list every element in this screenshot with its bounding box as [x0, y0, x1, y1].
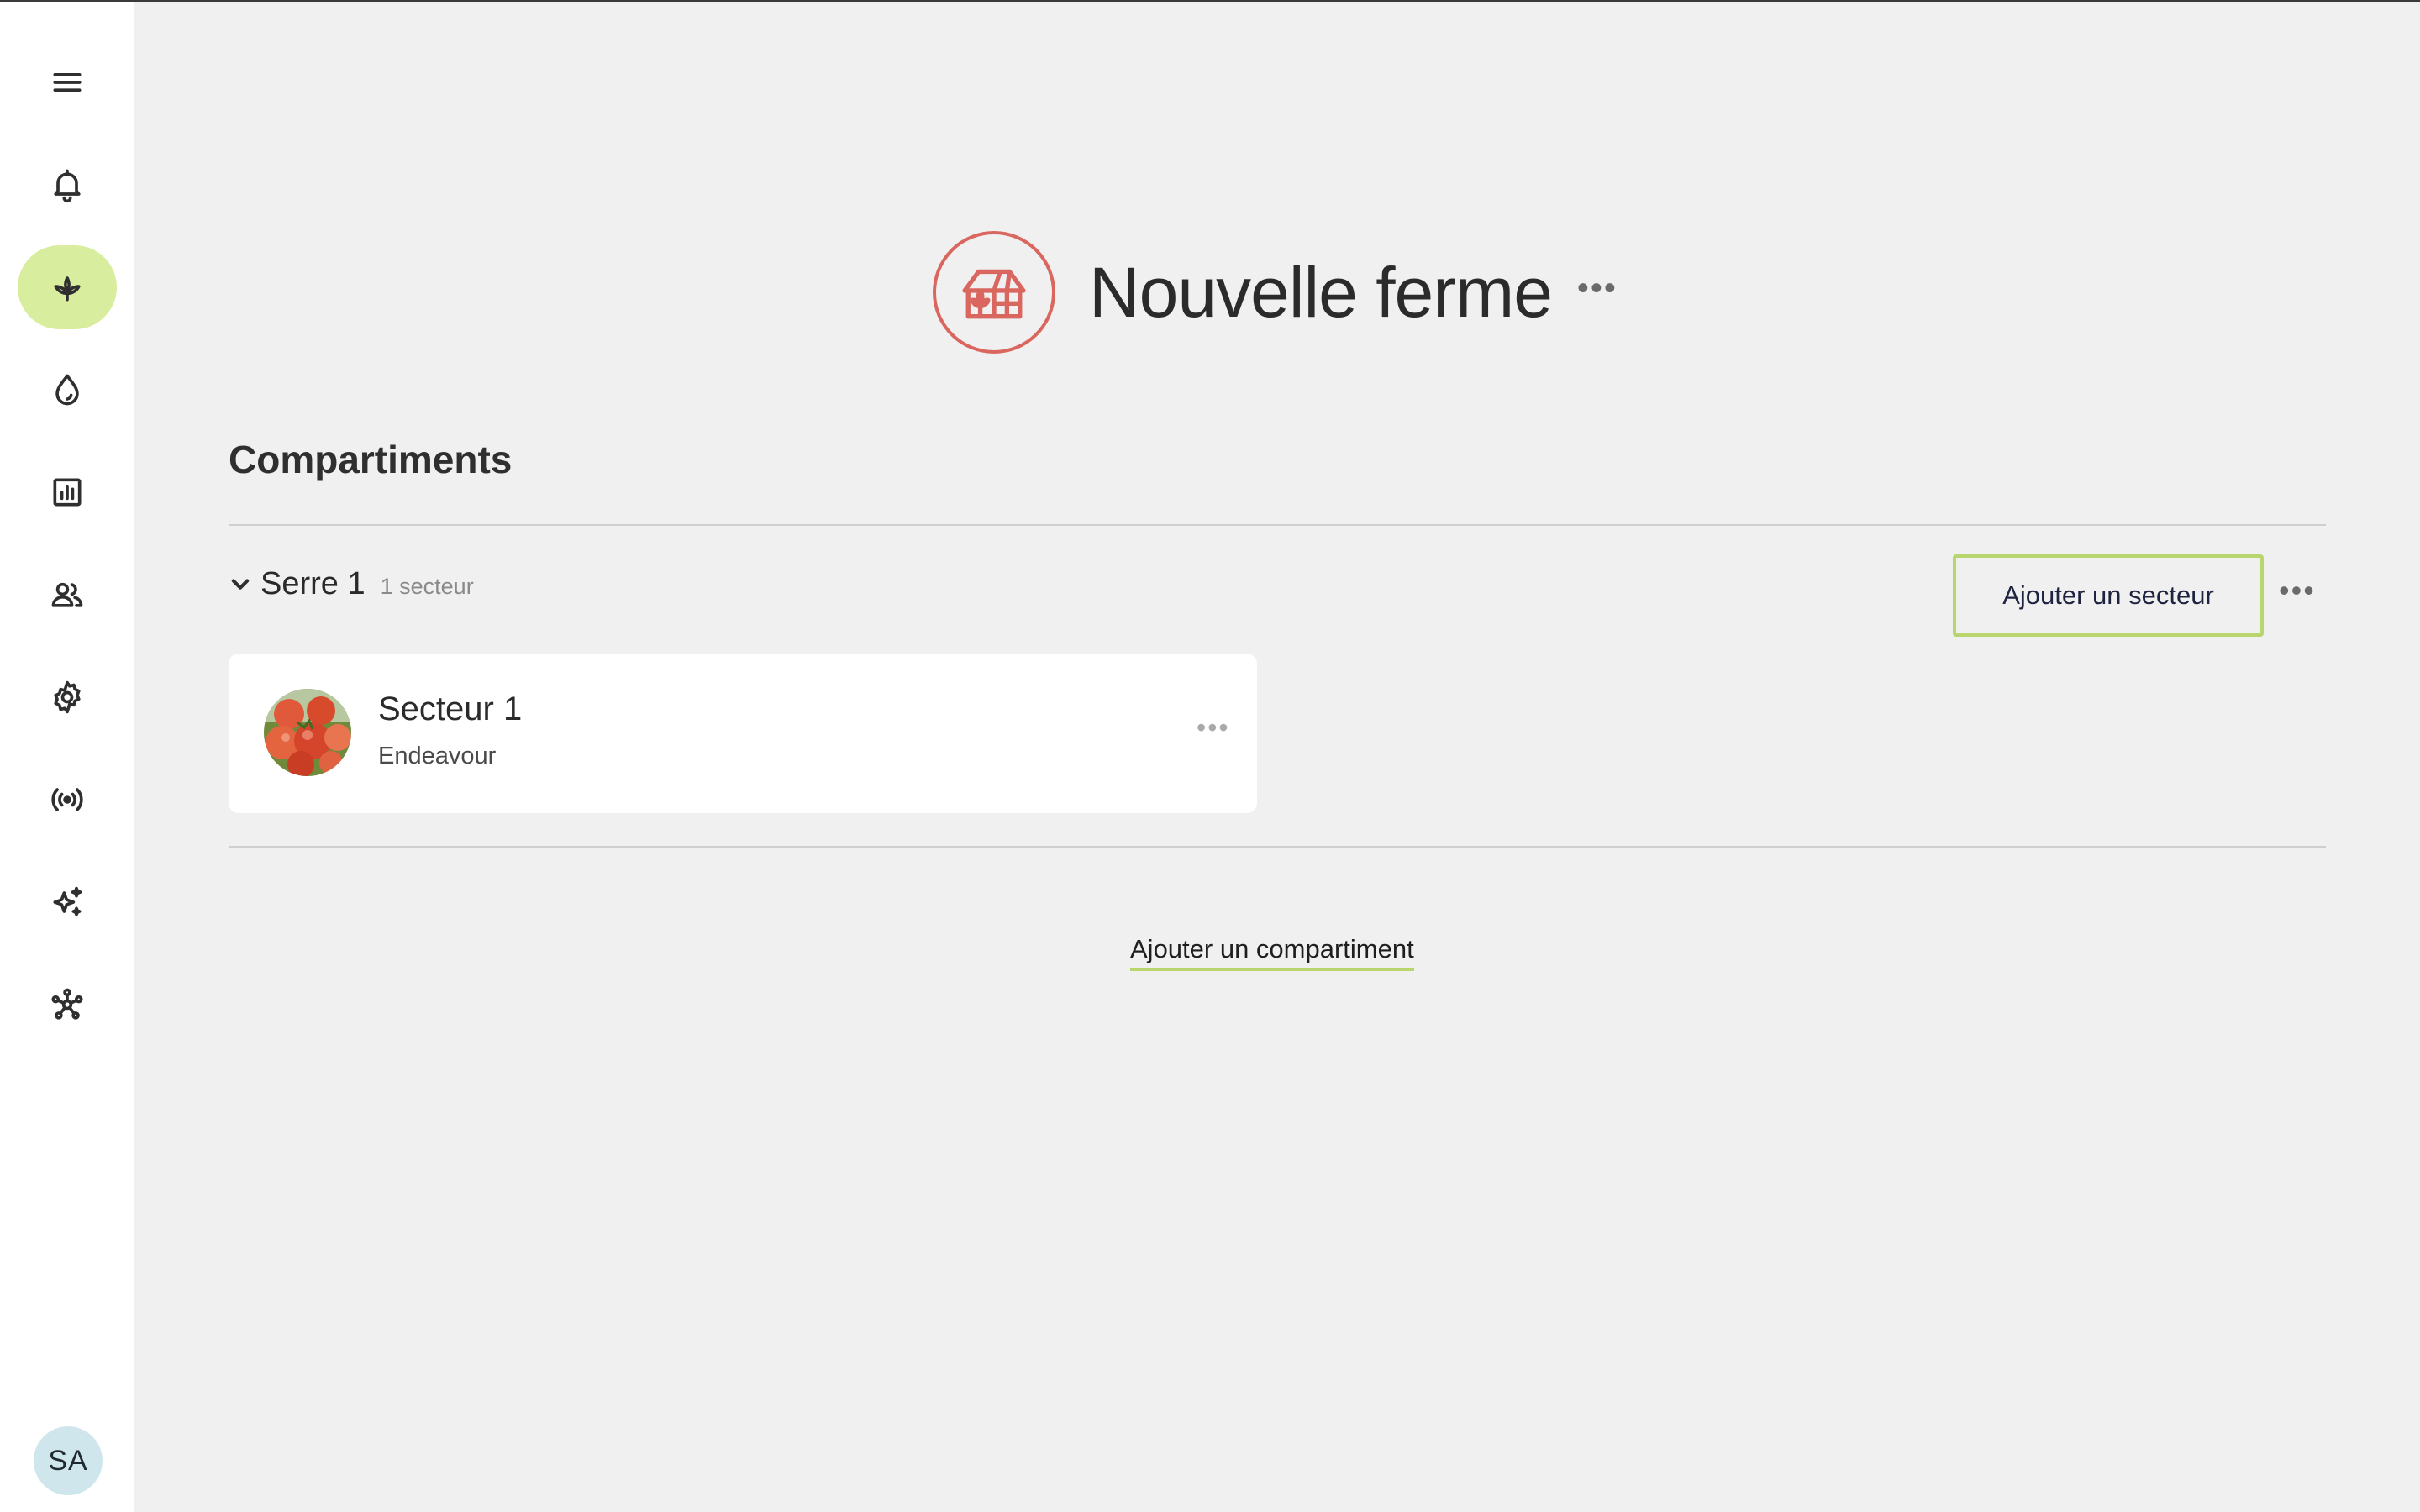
sector-more-button[interactable]: •••	[1197, 712, 1230, 743]
farm-title: Nouvelle ferme	[1089, 252, 1553, 332]
main-content: Nouvelle ferme ••• Compartiments Serre 1…	[134, 2, 2420, 1512]
sidebar-item-ai[interactable]	[18, 860, 117, 944]
broadcast-icon	[51, 788, 83, 811]
compartment-sector-count: 1 secteur	[380, 574, 474, 599]
users-icon	[51, 582, 83, 607]
sprout-icon	[54, 276, 81, 302]
sidebar-item-reports[interactable]	[18, 450, 117, 534]
sparkles-icon	[53, 886, 82, 916]
menu-icon	[53, 73, 82, 92]
farm-header: Nouvelle ferme •••	[933, 230, 1618, 354]
compartment-name: Serre 1	[260, 566, 366, 601]
water-drop-icon	[55, 374, 79, 406]
farm-badge	[933, 231, 1055, 354]
bell-icon	[54, 169, 81, 203]
menu-button[interactable]	[18, 40, 117, 124]
add-sector-button[interactable]: Ajouter un secteur	[1953, 554, 2264, 637]
add-compartment-link[interactable]: Ajouter un compartiment	[1130, 934, 1414, 971]
sector-name: Secteur 1	[378, 690, 523, 727]
sidebar-item-irrigation[interactable]	[18, 348, 117, 432]
gear-icon	[54, 680, 81, 714]
sector-variety: Endeavour	[378, 743, 497, 769]
sidebar-item-notifications[interactable]	[18, 143, 117, 227]
divider	[229, 846, 2326, 848]
sidebar-item-integrations[interactable]	[18, 963, 117, 1047]
greenhouse-icon	[962, 269, 1026, 319]
sidebar-item-farm[interactable]	[18, 245, 117, 329]
user-avatar[interactable]: SA	[34, 1426, 103, 1495]
section-title: Compartiments	[229, 438, 513, 481]
sidebar-item-users[interactable]	[18, 553, 117, 637]
divider	[229, 524, 2326, 526]
farm-more-button[interactable]: •••	[1577, 271, 1618, 313]
network-icon	[51, 988, 83, 1020]
bar-chart-icon	[53, 478, 82, 507]
compartment-header[interactable]: Serre 1 1 secteur	[229, 566, 474, 602]
sidebar: SA	[0, 2, 134, 1512]
tomato-photo	[264, 689, 351, 776]
sector-card[interactable]: Secteur 1 Endeavour •••	[229, 654, 1257, 813]
compartment-more-button[interactable]: •••	[2279, 573, 2316, 608]
sidebar-item-sensors[interactable]	[18, 758, 117, 842]
sidebar-item-settings[interactable]	[18, 655, 117, 739]
chevron-down-icon[interactable]	[229, 572, 252, 596]
